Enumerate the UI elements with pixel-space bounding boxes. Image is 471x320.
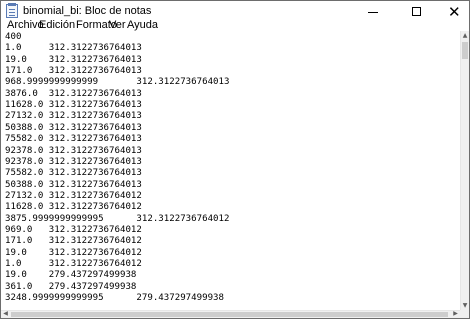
scroll-down-arrow-icon[interactable]: ▼ [461,301,469,310]
window-title: binomial_bi: Bloc de notas [23,5,152,17]
text-line: 171.0 312.3122736764012 [5,236,142,247]
menu-ayuda[interactable]: Ayuda [127,18,158,32]
text-line: 3248.9999999999995 279.437297499938 [5,293,224,304]
maximize-icon [412,7,421,16]
text-line: 50388.0 312.3122736764013 [5,122,142,133]
text-line: 75582.0 312.3122736764013 [5,134,142,145]
scrollbar-corner [460,310,469,318]
scroll-right-arrow-icon[interactable]: ▶ [451,310,460,318]
menu-edicion[interactable]: Edición [39,18,75,32]
notepad-app-icon [6,3,18,18]
text-editor-area[interactable]: 400 1.0 312.3122736764013 19.0 312.3122736… [1,31,460,310]
text-line: 969.0 312.3122736764012 [5,224,142,235]
menu-ver[interactable]: Ver [109,18,126,32]
horizontal-scroll-thumb[interactable] [11,312,448,317]
text-line: 361.0 279.437297499938 [5,281,137,292]
vertical-scrollbar[interactable]: ▲ ▼ [460,31,469,310]
text-line: 171.0 312.3122736764013 [5,66,142,77]
text-line: 3876.0 312.3122736764013 [5,88,142,99]
text-line: 92378.0 312.3122736764013 [5,156,142,167]
text-line: 19.0 279.437297499938 [5,270,137,281]
menu-bar: Archivo Edición Formato Ver Ayuda [1,18,469,32]
text-line: 968.9999999999999 312.3122736764013 [5,77,230,88]
text-line: 3875.9999999999995 312.3122736764012 [5,213,230,224]
text-line: 27132.0 312.3122736764013 [5,111,142,122]
text-line: 19.0 312.3122736764012 [5,247,142,258]
text-line: 1.0 312.3122736764012 [5,259,142,269]
scroll-up-arrow-icon[interactable]: ▲ [461,31,469,40]
text-line: 92378.0 312.3122736764013 [5,145,142,156]
text-line: 11628.0 312.3122736764013 [5,100,142,111]
text-line: 27132.0 312.3122736764012 [5,190,142,201]
horizontal-scrollbar[interactable]: ◀ ▶ [1,310,460,318]
text-line: 400 [5,32,22,42]
vertical-scroll-thumb[interactable] [462,42,468,59]
text-line: 19.0 312.3122736764013 [5,54,142,65]
scroll-left-arrow-icon[interactable]: ◀ [1,310,10,318]
text-line: 50388.0 312.3122736764013 [5,179,142,190]
text-line: 1.0 312.3122736764013 [5,43,142,54]
text-line: 11628.0 312.3122736764012 [5,202,142,213]
minimize-icon [368,12,378,13]
text-line: 75582.0 312.3122736764013 [5,168,142,179]
